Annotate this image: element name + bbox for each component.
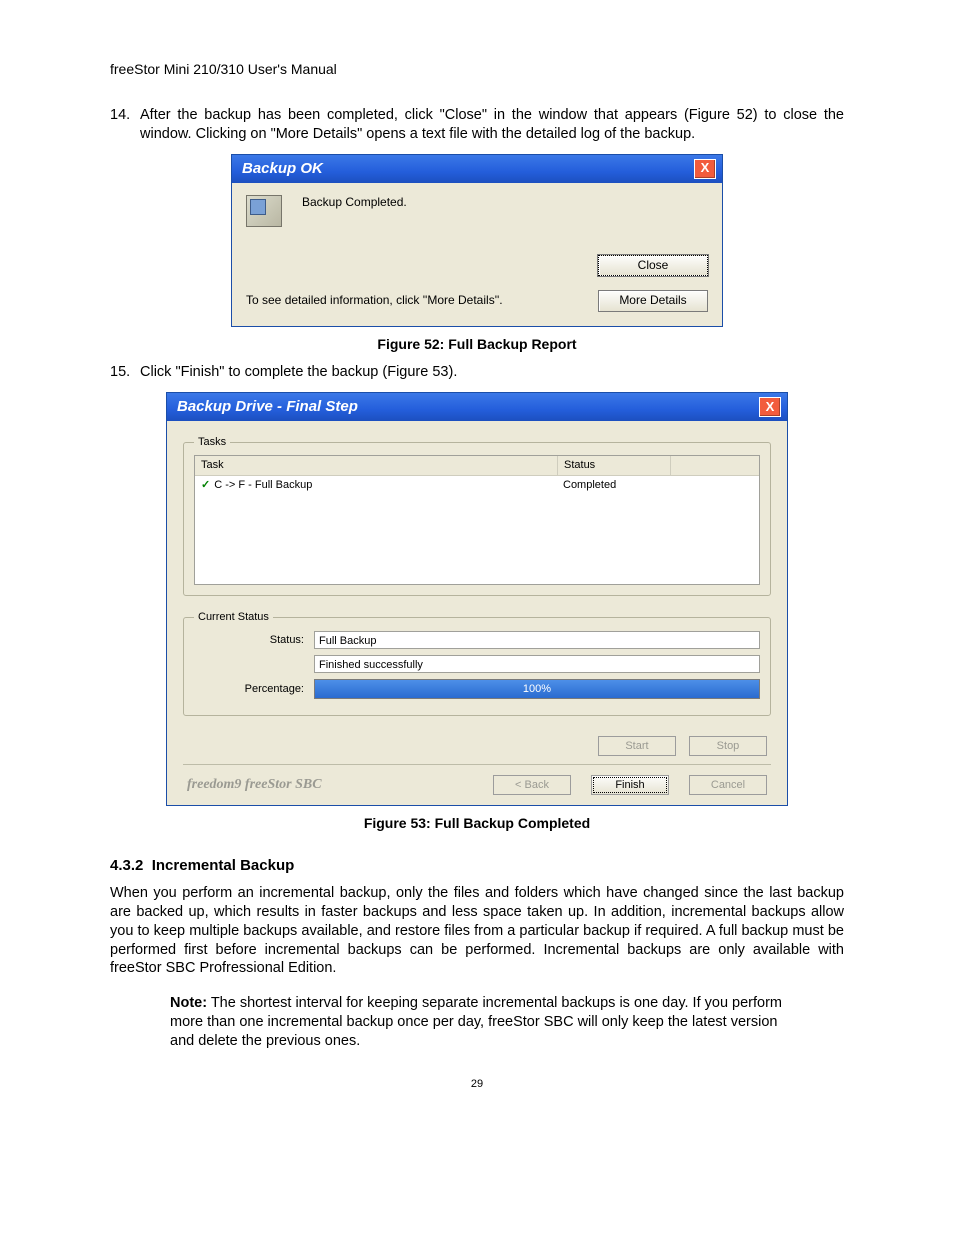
status-label: Status: [194,633,314,647]
current-status-legend: Current Status [194,610,273,624]
dialog2-titlebar[interactable]: Backup Drive - Final Step X [167,393,787,421]
backup-ok-dialog: Backup OK X Backup Completed. Close To s… [231,154,723,327]
close-button[interactable]: Close [598,255,708,277]
progress-value: 100% [523,682,551,696]
cancel-button: Cancel [689,775,767,795]
task-name: C -> F - Full Backup [214,478,312,492]
page-number: 29 [110,1077,844,1091]
more-details-button[interactable]: More Details [598,290,708,312]
section-number: 4.3.2 [110,857,143,874]
backup-icon [246,195,282,227]
task-status: Completed [557,476,669,494]
section-title: Incremental Backup [152,857,295,874]
finish-button[interactable]: Finish [591,775,669,795]
col-task[interactable]: Task [195,456,558,474]
figure-53-caption: Figure 53: Full Backup Completed [110,814,844,832]
tasks-fieldset: Tasks Task Status ✓ C -> F - Full Backup [183,435,771,596]
step-14-text: After the backup has been completed, cli… [140,106,844,144]
more-details-hint: To see detailed information, click ''Mor… [246,293,503,309]
step-15-number: 15. [110,363,140,382]
col-status[interactable]: Status [558,456,671,474]
step-15-text: Click "Finish" to complete the backup (F… [140,363,844,382]
status-value-1: Full Backup [314,631,760,649]
tasks-legend: Tasks [194,435,230,449]
status-value-2: Finished successfully [314,655,760,673]
step-14: 14. After the backup has been completed,… [110,106,844,144]
table-row[interactable]: ✓ C -> F - Full Backup Completed [195,476,759,494]
step-14-number: 14. [110,106,140,144]
figure-52-caption: Figure 52: Full Backup Report [110,335,844,353]
checkmark-icon: ✓ [201,478,210,492]
back-button: < Back [493,775,571,795]
current-status-fieldset: Current Status Status: Full Backup Finis… [183,610,771,715]
section-heading: 4.3.2 Incremental Backup [110,856,844,876]
final-step-dialog: Backup Drive - Final Step X Tasks Task S… [166,392,788,806]
dialog-title: Backup OK [242,159,323,179]
dialog2-title: Backup Drive - Final Step [177,397,358,417]
close-icon[interactable]: X [759,397,781,417]
incremental-paragraph: When you perform an incremental backup, … [110,884,844,978]
percentage-label: Percentage: [194,682,314,696]
start-button: Start [598,736,676,756]
progress-bar: 100% [314,679,760,699]
close-icon[interactable]: X [694,159,716,179]
tasks-header-row: Task Status [195,456,759,475]
note-block: Note: The shortest interval for keeping … [170,994,784,1051]
dialog-titlebar[interactable]: Backup OK X [232,155,722,183]
brand-label: freedom9 freeStor SBC [187,776,322,794]
col-empty [671,456,759,474]
step-15: 15. Click "Finish" to complete the backu… [110,363,844,382]
stop-button: Stop [689,736,767,756]
note-label: Note: [170,995,207,1011]
tasks-list[interactable]: Task Status ✓ C -> F - Full Backup Compl… [194,455,760,585]
note-text: The shortest interval for keeping separa… [170,995,782,1049]
backup-complete-message: Backup Completed. [302,195,407,211]
manual-header: freeStor Mini 210/310 User's Manual [110,60,844,78]
